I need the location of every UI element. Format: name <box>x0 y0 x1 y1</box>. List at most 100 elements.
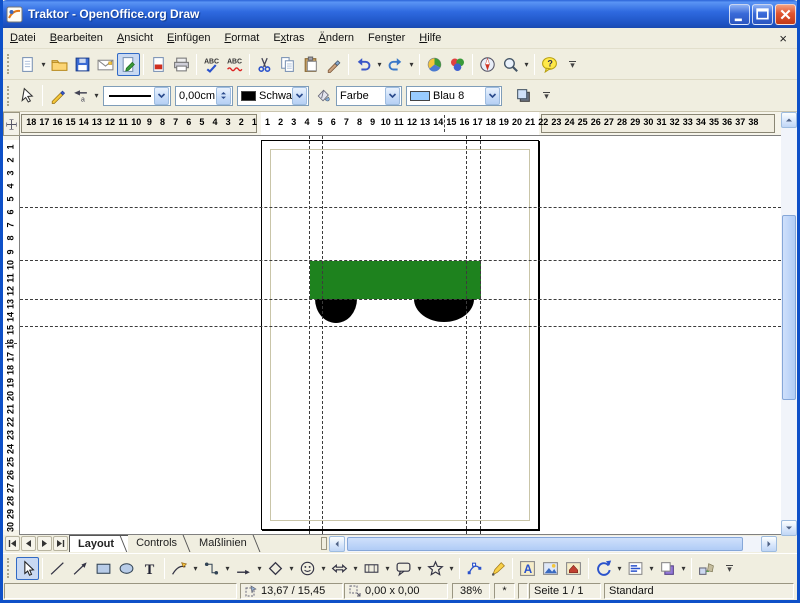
flowchart-button[interactable] <box>360 557 383 580</box>
export-pdf-button[interactable] <box>147 53 170 76</box>
rotate-button[interactable] <box>592 557 615 580</box>
stars-button[interactable] <box>424 557 447 580</box>
spinner-arrows-icon[interactable] <box>216 87 231 105</box>
symbol-shapes-dropdown-icon[interactable]: ▾ <box>319 557 328 580</box>
chevron-down-icon[interactable] <box>154 87 169 105</box>
copy-button[interactable] <box>276 53 299 76</box>
status-page-cell[interactable]: Seite 1 / 1 <box>529 583 601 599</box>
menu-bearbeiten[interactable]: Bearbeiten <box>43 29 110 47</box>
navigator-button[interactable] <box>476 53 499 76</box>
edit-points-mode-button[interactable] <box>16 84 39 107</box>
toolbar-overflow-icon[interactable]: ▾ <box>541 92 552 99</box>
vertical-guide-line[interactable] <box>466 136 467 534</box>
glue-points-button[interactable] <box>486 557 509 580</box>
connector-button[interactable] <box>200 557 223 580</box>
arrange-button[interactable] <box>656 557 679 580</box>
arrange-dropdown-icon[interactable]: ▾ <box>679 557 688 580</box>
line-dialog-button[interactable] <box>46 84 69 107</box>
new-document-button[interactable] <box>16 53 39 76</box>
select-button[interactable] <box>16 557 39 580</box>
paste-button[interactable] <box>299 53 322 76</box>
vertical-guide-line[interactable] <box>309 136 310 534</box>
status-zoom-cell[interactable]: 38% <box>452 583 490 599</box>
toolbar-overflow-icon[interactable]: ▾ <box>724 565 735 572</box>
chart-button[interactable] <box>423 53 446 76</box>
vertical-scrollbar[interactable] <box>781 112 797 536</box>
fill-color-combo[interactable]: Blau 8 <box>406 86 502 106</box>
arrow-style-dropdown-icon[interactable]: ▾ <box>92 84 101 107</box>
undo-dropdown-icon[interactable]: ▾ <box>375 53 384 76</box>
block-arrows-dropdown-icon[interactable]: ▾ <box>351 557 360 580</box>
document-as-email-button[interactable] <box>94 53 117 76</box>
toolbar-grip[interactable] <box>7 86 12 106</box>
scroll-up-icon[interactable] <box>781 112 797 128</box>
scroll-right-icon[interactable] <box>761 536 777 552</box>
save-button[interactable] <box>71 53 94 76</box>
first-page-button[interactable] <box>5 536 20 551</box>
callouts-button[interactable] <box>392 557 415 580</box>
status-position-cell[interactable]: 13,67 / 15,45 <box>240 583 343 599</box>
maximize-button[interactable] <box>752 4 773 25</box>
flowchart-dropdown-icon[interactable]: ▾ <box>383 557 392 580</box>
menu-format[interactable]: Format <box>217 29 266 47</box>
menu-einfgen[interactable]: Einfügen <box>160 29 217 47</box>
tab-controls[interactable]: Controls <box>128 535 191 552</box>
lines-and-arrows-button[interactable] <box>232 557 255 580</box>
format-paintbrush-button[interactable] <box>322 53 345 76</box>
print-button[interactable] <box>170 53 193 76</box>
text-button[interactable]: T <box>138 557 161 580</box>
drawing-canvas[interactable] <box>20 136 781 535</box>
vertical-scroll-thumb[interactable] <box>782 215 796 400</box>
alignment-button[interactable] <box>624 557 647 580</box>
menu-fenster[interactable]: Fenster <box>361 29 412 47</box>
lines-and-arrows-dropdown-icon[interactable]: ▾ <box>255 557 264 580</box>
line-color-combo[interactable]: Schwarz <box>237 86 309 106</box>
tab-malinien[interactable]: Maßlinien <box>191 535 261 552</box>
fill-type-combo[interactable]: Farbe <box>336 86 402 106</box>
menu-ansicht[interactable]: Ansicht <box>110 29 160 47</box>
basic-shapes-dropdown-icon[interactable]: ▾ <box>287 557 296 580</box>
callouts-dropdown-icon[interactable]: ▾ <box>415 557 424 580</box>
rectangle-button[interactable] <box>92 557 115 580</box>
chevron-down-icon[interactable] <box>485 87 500 105</box>
menu-datei[interactable]: Datei <box>3 29 43 47</box>
spellcheck-button[interactable]: ABC <box>200 53 223 76</box>
curve-dropdown-icon[interactable]: ▾ <box>191 557 200 580</box>
undo-button[interactable] <box>352 53 375 76</box>
insert-picture-button[interactable] <box>539 557 562 580</box>
toolbar-grip[interactable] <box>7 54 12 74</box>
horizontal-guide-line[interactable] <box>20 299 781 300</box>
cut-button[interactable] <box>253 53 276 76</box>
stars-dropdown-icon[interactable]: ▾ <box>447 557 456 580</box>
horizontal-guide-line[interactable] <box>20 326 781 327</box>
line-style-combo[interactable] <box>103 86 171 106</box>
horizontal-scrollbar[interactable] <box>329 536 777 552</box>
chevron-down-icon[interactable] <box>385 87 400 105</box>
ruler-origin-button[interactable] <box>3 112 20 136</box>
toolbar-overflow-icon[interactable]: ▾ <box>567 61 578 68</box>
toolbar-grip[interactable] <box>7 558 12 578</box>
status-style-cell[interactable]: Standard <box>604 583 794 599</box>
tractor-body-shape[interactable] <box>310 261 481 299</box>
scrollbar-splitter[interactable] <box>321 537 327 550</box>
next-page-button[interactable] <box>37 536 52 551</box>
new-document-dropdown-icon[interactable]: ▾ <box>39 53 48 76</box>
last-page-button[interactable] <box>53 536 68 551</box>
minimize-button[interactable] <box>729 4 750 25</box>
basic-shapes-button[interactable] <box>264 557 287 580</box>
curve-button[interactable] <box>168 557 191 580</box>
close-button[interactable] <box>775 4 796 25</box>
vertical-ruler[interactable]: 1234567891011121314151617181920212223242… <box>3 136 20 535</box>
horizontal-guide-line[interactable] <box>20 207 781 208</box>
horizontal-guide-line[interactable] <box>20 260 781 261</box>
vertical-guide-line[interactable] <box>480 136 481 534</box>
menu-extras[interactable]: Extras <box>266 29 311 47</box>
help-button[interactable]: ? <box>538 53 561 76</box>
edit-points-button[interactable] <box>463 557 486 580</box>
symbol-shapes-button[interactable] <box>296 557 319 580</box>
auto-spellcheck-button[interactable]: ABC <box>223 53 246 76</box>
vertical-guide-line[interactable] <box>322 136 323 534</box>
prev-page-button[interactable] <box>21 536 36 551</box>
fontwork-button[interactable]: A <box>516 557 539 580</box>
gallery-button[interactable] <box>446 53 469 76</box>
